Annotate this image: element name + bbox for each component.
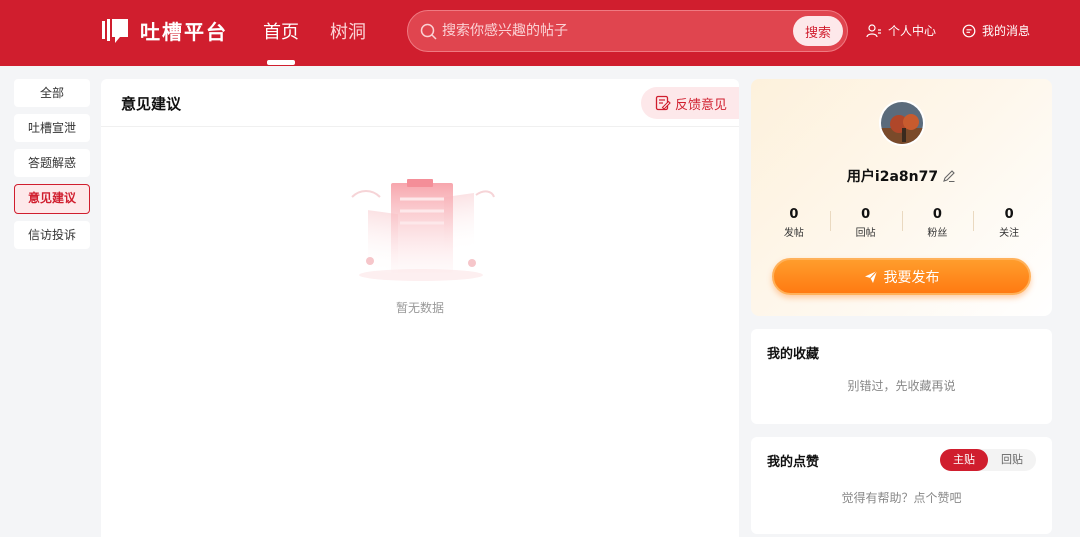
username-text: 用户i2a8n77 [846,169,939,185]
publish-label: 我要发布 [883,269,940,286]
nav-treehole[interactable]: 树洞 [330,18,366,44]
search-bar: 搜索 [407,10,848,52]
tab-replies[interactable]: 回贴 [988,449,1036,471]
favorites-title: 我的收藏 [767,347,820,362]
main-panel: 意见建议 反馈意见 暂无数据 [101,79,739,537]
stat-posts[interactable]: 0 发帖 [758,207,830,239]
feedback-label: 反馈意见 [675,97,728,113]
likes-empty-text: 觉得有帮助？点个赞吧 [841,491,962,505]
username: 用户i2a8n77 [751,166,1052,186]
stat-following[interactable]: 0 关注 [973,207,1045,239]
avatar[interactable] [879,100,925,146]
profile-stats: 0 发帖 0 回帖 0 粉丝 0 关注 [758,207,1045,239]
tab-main-posts[interactable]: 主贴 [940,449,988,471]
category-all[interactable]: 全部 [14,79,90,107]
likes-tabs: 主贴 回贴 [940,449,1036,471]
category-complaints[interactable]: 信访投诉 [14,221,90,249]
stat-value: 0 [932,207,942,222]
logo-text: 吐槽平台 [140,20,228,44]
stat-label: 关注 [999,228,1020,239]
send-icon [864,270,877,283]
messages-link[interactable]: 我的消息 [962,22,1030,39]
user-center-link[interactable]: 个人中心 [866,22,936,39]
stat-value: 0 [789,207,799,222]
likes-card: 我的点赞 主贴 回贴 觉得有帮助？点个赞吧 [751,437,1052,534]
stat-label: 回帖 [855,228,876,239]
user-center-label: 个人中心 [888,24,937,38]
search-input[interactable] [442,19,782,43]
messages-label: 我的消息 [982,24,1031,38]
favorites-empty-text: 别错过，先收藏再说 [847,379,956,393]
stat-label: 粉丝 [927,228,948,239]
empty-state-text: 暂无数据 [395,301,444,315]
nav-active-indicator [267,60,295,65]
nav-home[interactable]: 首页 [263,18,299,44]
empty-illustration [351,179,495,281]
category-nav: 全部 吐槽宣泄 答题解惑 意见建议 信访投诉 [14,79,90,256]
message-icon [962,24,976,37]
search-icon [420,23,437,40]
search-button[interactable]: 搜索 [793,16,843,46]
top-header: 吐槽平台 首页 树洞 搜索 个人中心 我的消息 [0,0,1080,66]
favorites-card: 我的收藏 别错过，先收藏再说 [751,329,1052,424]
edit-icon[interactable] [942,169,956,183]
category-vent[interactable]: 吐槽宣泄 [14,114,90,142]
feedback-button[interactable]: 反馈意见 [641,87,739,119]
stat-replies[interactable]: 0 回帖 [829,207,902,239]
profile-card: 用户i2a8n77 0 发帖 0 回帖 0 粉丝 0 关注 我要发布 [751,79,1052,316]
stat-value: 0 [1004,207,1014,222]
stat-label: 发帖 [783,228,804,239]
category-suggestions[interactable]: 意见建议 [14,184,90,214]
edit-note-icon [655,95,671,111]
category-qa[interactable]: 答题解惑 [14,149,90,177]
logo-icon [102,18,128,43]
site-logo[interactable]: 吐槽平台 [102,16,228,45]
stat-value: 0 [861,207,871,222]
main-header: 意见建议 反馈意见 [101,79,739,127]
stat-followers[interactable]: 0 粉丝 [901,207,974,239]
page-title: 意见建议 [121,95,182,113]
likes-title: 我的点赞 [767,455,820,470]
user-icon [866,23,881,37]
avatar-image [881,102,923,144]
publish-button[interactable]: 我要发布 [772,258,1031,295]
